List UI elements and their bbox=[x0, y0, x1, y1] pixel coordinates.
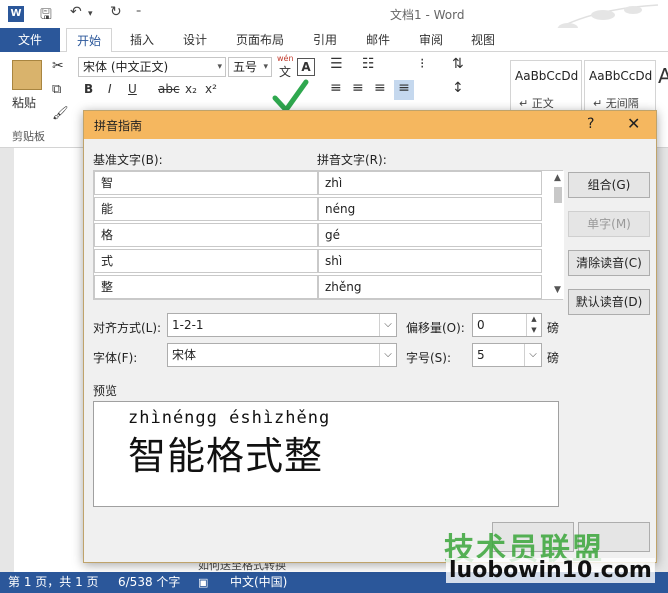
tab-view[interactable]: 视图 bbox=[471, 28, 495, 52]
strikethrough-button[interactable]: abc bbox=[158, 82, 180, 96]
phonetic-guide-label: wén bbox=[277, 54, 294, 63]
style-heading[interactable]: A bbox=[658, 64, 668, 88]
align-center-icon[interactable]: ≡ bbox=[352, 80, 364, 96]
chevron-down-icon[interactable]: ⌵ bbox=[379, 314, 396, 336]
numbering-icon[interactable]: ☷ bbox=[362, 56, 375, 72]
tab-insert[interactable]: 插入 bbox=[130, 28, 154, 52]
ruby-text-field[interactable]: shì bbox=[318, 249, 542, 273]
offset-label: 偏移量(O): bbox=[406, 321, 465, 335]
combine-button[interactable]: 组合(G) bbox=[568, 172, 650, 198]
clipboard-icon[interactable] bbox=[12, 60, 42, 90]
help-icon[interactable]: ? bbox=[587, 116, 594, 132]
window-title: 文档1 - Word bbox=[390, 8, 465, 22]
underline-button[interactable]: U bbox=[128, 82, 137, 96]
size-label: 字号(S): bbox=[406, 351, 452, 365]
base-text-field[interactable]: 能 bbox=[94, 197, 318, 221]
copy-icon[interactable]: ⧉ bbox=[52, 82, 61, 97]
character-border-icon[interactable]: A bbox=[297, 58, 315, 76]
clipboard-group-label: 剪贴板 bbox=[12, 130, 45, 143]
mono-ruby-button[interactable]: 单字(M) bbox=[568, 211, 650, 237]
bullets-icon[interactable]: ☰ bbox=[330, 56, 343, 72]
redo-icon[interactable]: ↻ bbox=[110, 4, 122, 20]
chevron-down-icon[interactable]: ⌵ bbox=[524, 344, 541, 366]
style-normal[interactable]: AaBbCcDd ↵ 正文 bbox=[510, 60, 582, 114]
align-left-icon[interactable]: ≡ bbox=[330, 80, 342, 96]
page-count[interactable]: 第 1 页，共 1 页 bbox=[8, 572, 99, 593]
watermark: 技术员联盟 luobowin10.com bbox=[440, 524, 668, 588]
language[interactable]: 中文(中国) bbox=[230, 572, 287, 593]
proofing-icon[interactable]: ▣ bbox=[198, 572, 208, 593]
spin-up-icon[interactable]: ▲ bbox=[526, 314, 541, 325]
cut-icon[interactable]: ✂ bbox=[52, 58, 64, 74]
scroll-up-icon[interactable]: ▲ bbox=[554, 173, 561, 183]
font-select[interactable]: 宋体 ⌵ bbox=[167, 343, 397, 367]
customize-toolbar-icon[interactable]: ⁼ bbox=[136, 8, 141, 19]
spin-down-icon[interactable]: ▼ bbox=[526, 325, 541, 336]
dialog-title: 拼音指南 bbox=[94, 119, 143, 133]
align-right-icon[interactable]: ≡ bbox=[374, 80, 386, 96]
ruby-text-field[interactable]: zhěng bbox=[318, 275, 542, 299]
ruby-text-field[interactable]: gé bbox=[318, 223, 542, 247]
undo-dropdown-icon[interactable]: ▾ bbox=[88, 9, 93, 19]
word-app-icon[interactable]: W bbox=[8, 6, 24, 22]
title-bar: W 🖫 ↶ ▾ ↻ ⁼ 文档1 - Word bbox=[0, 0, 668, 51]
undo-icon[interactable]: ↶ bbox=[70, 4, 82, 20]
offset-unit: 磅 bbox=[547, 321, 560, 335]
size-select[interactable]: 5 ⌵ bbox=[472, 343, 542, 367]
tab-page-layout[interactable]: 页面布局 bbox=[236, 28, 284, 52]
grid-scrollbar[interactable]: ▲ ▼ bbox=[552, 171, 564, 299]
format-painter-icon[interactable]: 🖌 bbox=[52, 106, 69, 121]
text-grid: 智 zhì 能 néng 格 gé 式 shì 整 zhěng ▲ ▼ bbox=[93, 170, 564, 300]
base-text-field[interactable]: 整 bbox=[94, 275, 318, 299]
bold-button[interactable]: B bbox=[84, 82, 93, 96]
tab-mailings[interactable]: 邮件 bbox=[366, 28, 390, 52]
multilevel-list-icon[interactable]: ⁝ bbox=[420, 56, 424, 72]
tab-references[interactable]: 引用 bbox=[313, 28, 337, 52]
word-count[interactable]: 6/538 个字 bbox=[118, 572, 180, 593]
close-icon[interactable]: ✕ bbox=[627, 114, 640, 133]
paste-button[interactable]: 粘贴 bbox=[12, 94, 36, 111]
ribbon-tabs: 文件 开始 插入 设计 页面布局 引用 邮件 审阅 视图 bbox=[0, 28, 668, 53]
alignment-select[interactable]: 1-2-1 ⌵ bbox=[167, 313, 397, 337]
clear-ruby-button[interactable]: 清除读音(C) bbox=[568, 250, 650, 276]
chevron-down-icon[interactable]: ⌵ bbox=[379, 344, 396, 366]
size-unit: 磅 bbox=[547, 351, 560, 365]
scroll-down-icon[interactable]: ▼ bbox=[554, 285, 561, 295]
watermark-url: luobowin10.com bbox=[446, 558, 655, 583]
dialog-title-bar: 拼音指南 ? ✕ bbox=[84, 111, 656, 139]
tab-review[interactable]: 审阅 bbox=[419, 28, 443, 52]
sort-icon[interactable]: ⇅ bbox=[452, 56, 464, 72]
default-ruby-button[interactable]: 默认读音(D) bbox=[568, 289, 650, 315]
superscript-button[interactable]: x² bbox=[205, 82, 217, 96]
offset-spinner[interactable]: 0 ▲ ▼ bbox=[472, 313, 542, 337]
justify-icon[interactable]: ≡ bbox=[394, 80, 414, 100]
font-label: 字体(F): bbox=[93, 351, 138, 365]
alignment-label: 对齐方式(L): bbox=[93, 321, 162, 335]
tab-home[interactable]: 开始 bbox=[66, 28, 113, 53]
phonetic-guide-dialog: 拼音指南 ? ✕ 基准文字(B): 拼音文字(R): 智 zhì 能 néng … bbox=[83, 110, 657, 563]
style-no-spacing[interactable]: AaBbCcDd ↵ 无间隔 bbox=[584, 60, 656, 114]
scroll-thumb[interactable] bbox=[554, 187, 562, 203]
base-text-field[interactable]: 格 bbox=[94, 223, 318, 247]
preview-label: 预览 bbox=[93, 384, 118, 398]
font-size-select[interactable]: 五号 ▾ bbox=[228, 57, 272, 77]
ruby-text-label: 拼音文字(R): bbox=[317, 153, 387, 167]
italic-button[interactable]: I bbox=[108, 82, 112, 96]
ruby-text-field[interactable]: zhì bbox=[318, 171, 542, 195]
tab-design[interactable]: 设计 bbox=[183, 28, 207, 52]
line-spacing-icon[interactable]: ↕ bbox=[452, 80, 464, 96]
subscript-button[interactable]: x₂ bbox=[185, 82, 197, 96]
ruby-text-field[interactable]: néng bbox=[318, 197, 542, 221]
save-icon[interactable]: 🖫 bbox=[40, 4, 52, 28]
tab-file[interactable]: 文件 bbox=[0, 28, 60, 52]
preview-box: zhìnéngg éshìzhěng 智能格式整 bbox=[93, 401, 559, 507]
font-name-select[interactable]: 宋体 (中文正文) ▾ bbox=[78, 57, 226, 77]
base-text-label: 基准文字(B): bbox=[93, 153, 163, 167]
base-text-field[interactable]: 智 bbox=[94, 171, 318, 195]
preview-base-text: 智能格式整 bbox=[128, 434, 324, 478]
base-text-field[interactable]: 式 bbox=[94, 249, 318, 273]
